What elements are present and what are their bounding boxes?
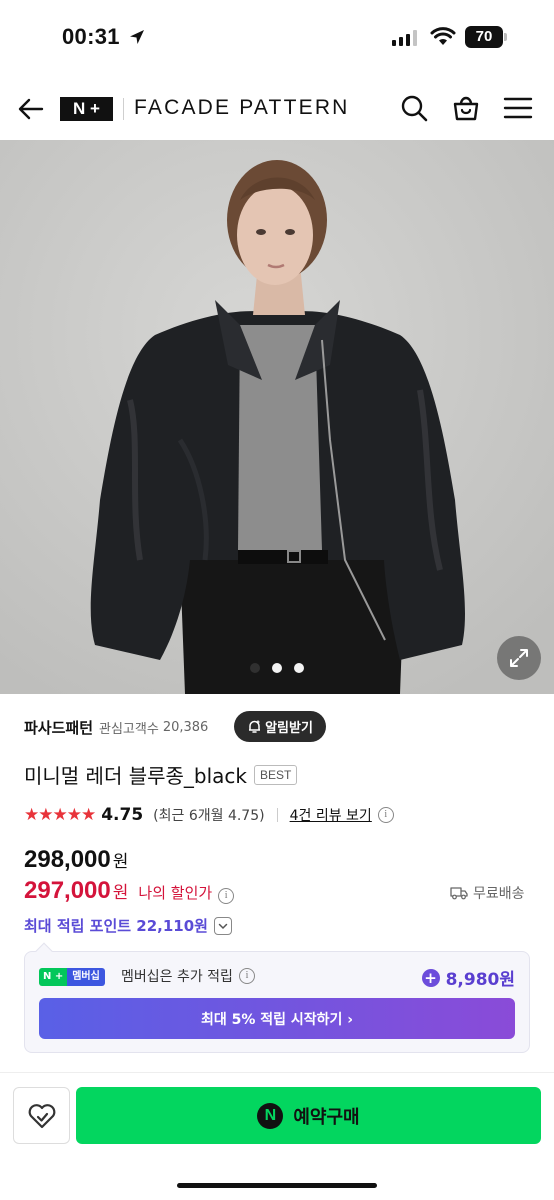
truck-icon: [450, 887, 468, 900]
heart-plus-icon: [28, 1103, 55, 1128]
followers-count: 20,386: [162, 719, 209, 735]
reserve-purchase-label: 예약구매: [293, 1106, 360, 1128]
wifi-icon: [430, 27, 456, 45]
bottom-action-bar: N 예약구매: [0, 1072, 554, 1200]
original-price-unit: 원: [112, 852, 129, 872]
chevron-down-icon[interactable]: [213, 916, 232, 935]
shopping-bag-icon[interactable]: [451, 93, 481, 123]
home-indicator[interactable]: [177, 1183, 377, 1188]
battery-cap: [504, 33, 507, 41]
carousel-dots: [0, 663, 554, 673]
carousel-dot[interactable]: [294, 663, 304, 673]
info-icon[interactable]: i: [218, 888, 235, 904]
followers-label: 관심고객수: [99, 721, 159, 737]
status-time: 00:31: [62, 24, 120, 49]
naver-n-icon: N: [257, 1102, 284, 1129]
reserve-purchase-button[interactable]: N 예약구매: [76, 1087, 541, 1144]
carousel-dot-active[interactable]: [272, 663, 282, 673]
sale-price-label: 나의 할인가: [138, 884, 213, 902]
naver-plus-logo[interactable]: N +: [60, 97, 113, 121]
header-divider: [123, 98, 124, 120]
search-icon[interactable]: [399, 93, 429, 123]
carousel-dot[interactable]: [250, 663, 260, 673]
subscribe-alarm-button[interactable]: 알림받기: [234, 711, 326, 742]
product-title: 미니멀 레더 블루종_black: [24, 764, 248, 788]
best-badge: BEST: [254, 764, 298, 785]
membership-text: 멤버십은 추가 적립: [121, 969, 233, 985]
brand-title[interactable]: FACADE PATTERN: [134, 96, 350, 120]
status-bar: 00:31 70: [0, 0, 554, 76]
bell-plus-icon: [249, 720, 261, 733]
recent-rating: (최근 6개월 4.75): [153, 808, 265, 824]
membership-points: + 8,980원: [421, 965, 515, 990]
membership-card: N + 멤버십 멤버십은 추가 적립 i + 8,980원 최대 5% 적립 시…: [24, 951, 530, 1053]
store-info-row: 파사드패턴 관심고객수 20,386: [24, 712, 208, 742]
app-header: N + FACADE PATTERN: [0, 76, 554, 140]
review-link[interactable]: 4건 리뷰 보기: [290, 805, 372, 825]
star-rating-icon: ★★★★★: [24, 805, 96, 825]
info-icon[interactable]: i: [238, 968, 255, 984]
rating-divider: [276, 808, 278, 822]
back-arrow-icon[interactable]: [16, 94, 46, 124]
max-points-row[interactable]: 최대 적립 포인트 22,110원: [24, 915, 232, 936]
alarm-label: 알림받기: [265, 721, 313, 736]
shipping-label: 무료배송: [473, 886, 525, 902]
location-arrow-icon: [130, 30, 144, 44]
sale-price-value: 297,000: [24, 877, 111, 904]
product-image[interactable]: [0, 140, 554, 694]
battery-level: 70: [465, 26, 503, 48]
nplus-badge-left: N +: [39, 968, 68, 986]
nplus-membership-badge: N + 멤버십: [39, 968, 105, 986]
membership-points-value: 8,980원: [445, 970, 515, 990]
rating-value: 4.75: [101, 805, 144, 825]
store-name[interactable]: 파사드패턴: [24, 717, 93, 738]
wishlist-button[interactable]: [13, 1087, 70, 1144]
max-points-label: 최대 적립 포인트 22,110원: [24, 917, 208, 935]
expand-icon: [510, 649, 528, 667]
sale-price-unit: 원: [112, 883, 129, 903]
plus-circle-icon: +: [421, 968, 440, 987]
membership-text-row: 멤버십은 추가 적립 i: [121, 966, 255, 986]
sale-price: 297,000 원 나의 할인가 i: [24, 877, 235, 905]
expand-image-button[interactable]: [497, 636, 541, 680]
menu-icon[interactable]: [503, 93, 533, 123]
product-title-row: 미니멀 레더 블루종_black BEST: [24, 760, 298, 789]
original-price: 298,000 원: [24, 846, 128, 874]
original-price-value: 298,000: [24, 846, 111, 873]
membership-start-button[interactable]: 최대 5% 적립 시작하기 ›: [39, 998, 515, 1039]
nplus-badge-right: 멤버십: [67, 968, 105, 986]
info-icon[interactable]: i: [377, 807, 394, 823]
model-photo: [0, 140, 554, 694]
shipping-info: 무료배송: [450, 883, 525, 903]
rating-row: ★★★★★ 4.75 (최근 6개월 4.75) 4건 리뷰 보기 i: [24, 803, 394, 827]
cellular-signal-icon: [392, 30, 417, 46]
